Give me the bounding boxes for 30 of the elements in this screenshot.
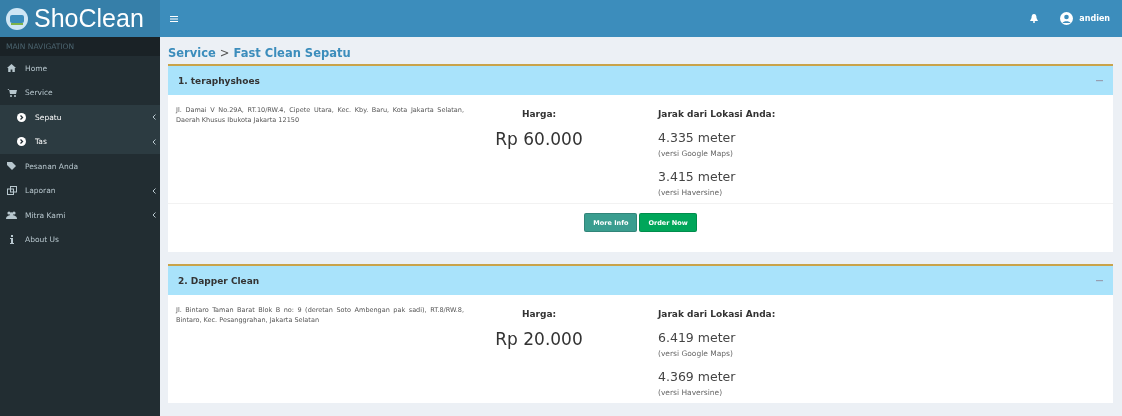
chevron-circle-icon (17, 112, 26, 122)
bell-icon[interactable] (1030, 14, 1039, 23)
tag-icon (7, 162, 16, 171)
user-avatar-icon[interactable] (1060, 12, 1074, 25)
app-logo-text: ShoClean (34, 4, 144, 33)
cart-icon (6, 88, 17, 97)
distance-value: 3.415 meter (658, 169, 736, 184)
shop-title: 2. Dapper Clean (178, 275, 260, 286)
collapse-icon[interactable] (1096, 79, 1103, 82)
price-value: Rp 20.000 (495, 329, 583, 349)
breadcrumb-separator: > (219, 46, 230, 60)
shop-title: 1. teraphyshoes (178, 75, 260, 86)
distance-value: 6.419 meter (658, 330, 736, 345)
price-label: Harga: (521, 309, 557, 319)
price-label: Harga: (521, 109, 557, 119)
logo-icon (6, 7, 28, 30)
collapse-icon[interactable] (1096, 279, 1103, 282)
price-value: Rp 60.000 (495, 129, 583, 149)
info-icon (9, 235, 14, 245)
chevron-circle-icon (17, 137, 26, 147)
home-icon (7, 64, 16, 73)
distance-value: 4.335 meter (658, 130, 736, 145)
user-name[interactable]: andien (1079, 14, 1110, 23)
menu-icon[interactable] (170, 15, 178, 22)
distance-label: Jarak dari Lokasi Anda: (658, 109, 776, 119)
distance-label: Jarak dari Lokasi Anda: (658, 309, 776, 319)
users-icon (6, 211, 17, 220)
copy-icon (6, 186, 17, 196)
distance-value: 4.369 meter (658, 369, 736, 384)
page-title: Fast Clean Sepatu (233, 46, 351, 60)
